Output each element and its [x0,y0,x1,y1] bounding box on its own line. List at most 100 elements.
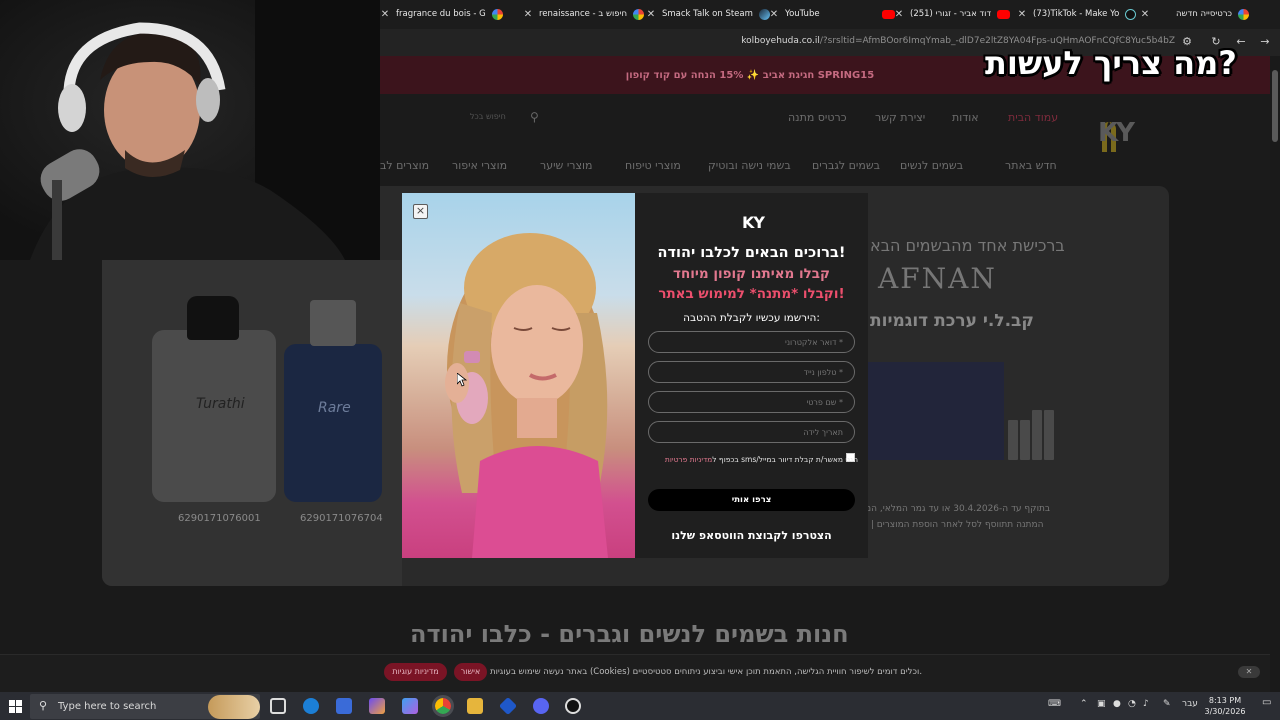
cookie-close-icon[interactable]: ✕ [1238,666,1260,678]
streamer-webcam-image [30,0,380,260]
tab-close-icon[interactable]: ✕ [380,9,390,20]
chrome-icon [1238,8,1250,20]
banner-line: קב.ל.י ערכת דוגמיות [870,311,1034,331]
app-icon[interactable] [402,698,418,714]
file-explorer-icon[interactable] [467,698,483,714]
tab-steam[interactable]: ✕ Smack Talk on Steam [646,4,770,24]
menu-new[interactable]: חדש באתר [1005,159,1057,172]
bottle-label: Turathi [196,396,245,412]
tab-tiktok[interactable]: ✕ (73)TikTok - Make Yo [1017,4,1137,24]
volume-icon[interactable]: ♪ [1143,699,1149,709]
tab-close-icon[interactable]: ✕ [1140,9,1150,20]
modal-close-button[interactable]: × [413,204,428,219]
cookie-accept-button[interactable]: אישור [454,663,487,681]
perfume-bottle-image [284,344,382,502]
tiktok-icon [1125,8,1137,20]
clock-date: 3/30/2026 [1204,707,1246,716]
weather-widget-icon[interactable] [208,695,260,719]
tab-youtube-video[interactable]: ✕ (251) דוד אביר - זגורי [894,4,1011,24]
tab-title: renaissance - חיפוש ב [539,9,628,19]
google-icon [633,8,645,20]
microphone-icon[interactable]: ● [1113,699,1121,709]
privacy-policy-link[interactable]: מדיניות פרטיות [665,455,712,464]
product-code: 6290171076001 [178,513,261,524]
birthday-field[interactable] [648,421,855,443]
notification-icon[interactable]: ▭ [1262,697,1271,708]
tray-chevron-icon[interactable]: ⌃ [1080,699,1088,709]
menu-men[interactable]: בשמים לגברים [812,159,880,172]
tab-title: (73)TikTok - Make Yo [1033,9,1120,19]
copilot-icon[interactable] [369,698,385,714]
vial [1020,420,1030,460]
discord-icon[interactable] [533,698,549,714]
mouse-cursor-icon [457,373,467,387]
scrollbar-thumb[interactable] [1272,70,1278,142]
phone-field[interactable] [648,361,855,383]
email-field[interactable] [648,331,855,353]
menu-hair[interactable]: מוצרי שיער [540,159,593,172]
nav-gift-card[interactable]: כרטיס מתנה [788,111,847,124]
bottle-label: Rare [318,400,351,416]
tab-fragrance[interactable]: ✕ fragrance du bois - G [380,4,503,24]
cookie-bar: באתר נעשה שימוש בעוגיות (Cookies) וכלים … [0,654,1270,692]
pen-icon[interactable]: ✎ [1163,699,1171,709]
bottle-cap [187,296,239,340]
google-icon [491,8,503,20]
join-button[interactable]: צרפו אותי [648,489,855,511]
clock-time: 8:13 PM [1208,696,1242,705]
page-scrollbar[interactable] [1270,56,1280,692]
language-indicator[interactable]: עבר [1182,699,1198,709]
banner-fine-print: המתנה תתווסף לסל לאחר הוספת המוצרים | בכ [858,520,1044,530]
menu-care[interactable]: מוצרי טיפוח [625,159,681,172]
woman-with-perfume-illustration [445,233,608,558]
tab-title: (251) דוד אביר - זגורי [910,9,992,19]
nav-about[interactable]: אודות [952,111,979,124]
menu-women[interactable]: בשמים לנשים [900,159,963,172]
vial [1032,410,1042,460]
system-clock[interactable]: 8:13 PM 3/30/2026 [1200,695,1250,717]
task-view-icon[interactable] [270,698,286,714]
whatsapp-group-link[interactable]: הצטרפו לקבוצת הווטסאפ שלנו [635,529,868,542]
tab-title: כרטיסייה חדשה [1176,9,1233,19]
first-name-field[interactable] [648,391,855,413]
tab-renaissance[interactable]: ✕ renaissance - חיפוש ב [523,4,645,24]
site-logo[interactable]: KY [1098,118,1135,148]
menu-niche[interactable]: בשמי נישה ובוטיק [708,159,791,172]
forward-icon[interactable]: → [1257,34,1273,50]
store-icon[interactable] [336,698,352,714]
menu-makeup[interactable]: מוצרי איפור [452,159,507,172]
nav-home[interactable]: עמוד הבית [1008,111,1058,124]
promo-text: חגיגת אביב ✨ 15% הנחה עם קוד קופון SPRIN… [625,69,875,81]
tab-close-icon[interactable]: ✕ [894,9,904,20]
modal-hero-image [402,193,635,558]
cookie-policy-button[interactable]: מדיניות עוגיות [384,663,447,681]
youtube-icon [881,9,895,19]
vial [1008,420,1018,460]
cookie-text: באתר נעשה שימוש בעוגיות (Cookies) וכלים … [490,667,923,677]
product-code: 6290171076704 [300,513,383,524]
nav-contact[interactable]: יצירת קשר [875,111,925,124]
tab-youtube[interactable]: ✕ YouTube [769,4,895,24]
edge-icon[interactable] [303,698,319,714]
tab-close-icon[interactable]: ✕ [523,9,533,20]
network-icon[interactable]: ▣ [1097,699,1106,709]
keyboard-icon[interactable]: ⌨ [1048,699,1061,709]
consent-label: הנני מאשר/ת קבלת דיוור במייל/sms בכפוף ל… [650,452,858,467]
tab-close-icon[interactable]: ✕ [646,9,656,20]
tab-title: fragrance du bois - G [396,9,486,19]
search-icon[interactable]: ⚲ [530,110,539,124]
site-header [380,94,1270,190]
tab-close-icon[interactable]: ✕ [1017,9,1027,20]
banner-brand: AFNAN [878,262,997,295]
tab-new[interactable]: ✕ כרטיסייה חדשה [1140,4,1250,24]
modal-logo: KY [742,213,765,232]
wifi-icon[interactable]: ◔ [1128,699,1136,709]
chrome-icon[interactable] [432,695,454,717]
tab-close-icon[interactable]: ✕ [769,9,779,20]
windows-start-icon[interactable] [9,700,22,713]
youtube-icon [997,9,1011,19]
obs-icon[interactable] [565,698,581,714]
register-prompt: הירשמו עכשיו לקבלת ההטבה: [683,312,820,324]
shop-title: חנות בשמים לנשים וגברים - כלבו יהודה [410,620,849,648]
menu-more[interactable]: מוצרים לב [380,159,429,172]
